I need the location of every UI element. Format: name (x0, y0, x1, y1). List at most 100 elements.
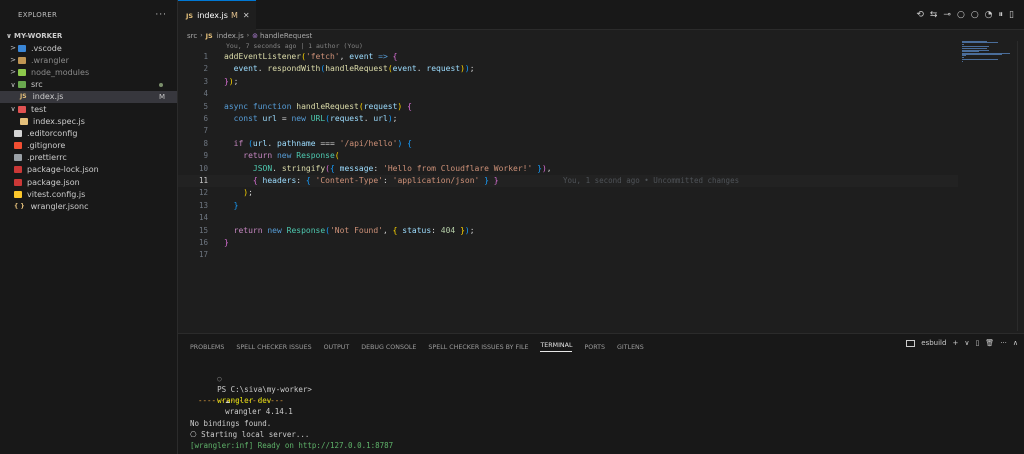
tree-item-editorconfig[interactable]: .editorconfig (0, 127, 177, 139)
line-number[interactable]: 3 (178, 76, 208, 88)
tree-item-wrangler-jsonc[interactable]: { } wrangler.jsonc (0, 200, 177, 212)
blame-icon[interactable]: ◔ (985, 10, 993, 20)
code-token: } (488, 176, 499, 185)
tab-output[interactable]: OUTPUT (324, 344, 350, 351)
breadcrumb-file[interactable]: index.js (217, 32, 244, 40)
line-number[interactable]: 4 (178, 88, 208, 100)
src-folder-icon (18, 81, 26, 89)
minimap[interactable] (960, 41, 1012, 63)
new-terminal-button[interactable]: + (952, 339, 958, 347)
code-token: event (392, 64, 417, 74)
tree-item-label: vitest.config.js (27, 189, 86, 199)
line-number[interactable]: 7 (178, 125, 208, 137)
code-token: : (296, 176, 306, 185)
code-line[interactable]: 3}); (178, 76, 958, 88)
tree-item-wrangler[interactable]: > .wrangler (0, 54, 177, 66)
tab-index-js[interactable]: JS index.js M ✕ (178, 0, 256, 30)
tree-item-vscode[interactable]: > .vscode (0, 42, 177, 54)
tab-gitlens[interactable]: GITLENS (617, 344, 644, 351)
line-number[interactable]: 11 (178, 175, 208, 187)
code-line[interactable]: 6 const url = new URL(request. url); (178, 113, 958, 125)
code-editor[interactable]: You, 7 seconds ago | 1 author (You) 1 add… (178, 41, 1024, 331)
code-token: { (402, 138, 412, 148)
line-number[interactable]: 5 (178, 101, 208, 113)
line-number[interactable]: 15 (178, 225, 208, 237)
tab-spell-checker-issues-by-file[interactable]: SPELL CHECKER ISSUES BY FILE (428, 344, 528, 351)
test-js-icon (20, 117, 28, 125)
code-line[interactable]: 4 (178, 88, 958, 100)
code-line[interactable]: 12 ); (178, 187, 958, 199)
line-number[interactable]: 14 (178, 212, 208, 224)
code-line[interactable]: 17 (178, 249, 958, 261)
circle-icon[interactable]: ○ (957, 10, 965, 20)
editor-scrollbar[interactable] (1017, 41, 1024, 331)
tab-spell-checker-issues[interactable]: SPELL CHECKER ISSUES (236, 344, 311, 351)
line-number[interactable]: 1 (178, 51, 208, 63)
close-tab-icon[interactable]: ✕ (243, 11, 250, 20)
maximize-panel-button[interactable]: ∧ (1013, 339, 1018, 347)
code-line[interactable]: 9 return new Response( (178, 150, 958, 162)
code-text: JSON. stringify({ message: 'Hello from C… (224, 163, 552, 175)
tree-item-index-spec-js[interactable]: index.spec.js (0, 115, 177, 127)
compare-icon[interactable]: ⇆ (930, 10, 938, 20)
code-line[interactable]: 5 async function handleRequest(request) { (178, 101, 958, 113)
code-line[interactable]: 13 } (178, 200, 958, 212)
line-number[interactable]: 13 (178, 200, 208, 212)
line-number[interactable]: 12 (178, 187, 208, 199)
line-number[interactable]: 2 (178, 63, 208, 75)
line-number[interactable]: 9 (178, 150, 208, 162)
terminal-dropdown-button[interactable]: ∨ (964, 339, 969, 347)
pause-icon[interactable]: ⏸ (999, 10, 1004, 20)
tree-item-index-js[interactable]: JS index.js M (0, 90, 177, 103)
terminal-name[interactable]: esbuild (921, 339, 946, 347)
code-line[interactable]: 16} (178, 237, 958, 249)
trash-icon[interactable]: 🗑 (985, 339, 994, 347)
code-token: addEventListener (224, 52, 302, 61)
line-number[interactable]: 6 (178, 113, 208, 125)
code-line[interactable]: 1 addEventListener('fetch', event => { (178, 51, 958, 63)
tree-item-node-modules[interactable]: > node_modules (0, 66, 177, 78)
tree-item-package-lock-json[interactable]: package-lock.json (0, 164, 177, 176)
git-graph-icon[interactable]: ⊸ (943, 10, 951, 20)
code-line[interactable]: 15 return new Response('Not Found', { st… (178, 225, 958, 237)
code-line[interactable]: 10 JSON. stringify({ message: 'Hello fro… (178, 163, 958, 175)
vscode-window: EXPLORER ··· ∨ MY-WORKER > .vscode > .wrang… (0, 0, 1024, 454)
function-symbol-icon: ⊚ (252, 31, 258, 40)
timeline-icon[interactable]: ⟲ (916, 10, 924, 20)
breadcrumb-src[interactable]: src (187, 32, 197, 40)
code-line[interactable]: 7 (178, 125, 958, 137)
tree-item-label: .gitignore (27, 141, 66, 151)
line-number[interactable]: 16 (178, 237, 208, 249)
tree-item-label: .vscode (31, 43, 62, 53)
code-line[interactable]: 2 event. respondWith(handleRequest(event… (178, 63, 958, 75)
split-terminal-button[interactable]: ▯ (975, 339, 979, 347)
tree-item-gitignore[interactable]: .gitignore (0, 140, 177, 152)
tree-item-prettierrc[interactable]: .prettierrc (0, 152, 177, 164)
line-number[interactable]: 17 (178, 249, 208, 261)
more-actions-button[interactable]: ··· (1000, 339, 1007, 347)
tree-item-package-json[interactable]: package.json (0, 176, 177, 188)
tree-item-vitest-config-js[interactable]: vitest.config.js (0, 188, 177, 200)
code-text: } (224, 237, 229, 249)
line-number[interactable]: 8 (178, 138, 208, 150)
code-line[interactable]: 14 (178, 212, 958, 224)
tree-item-test[interactable]: ∨ test (0, 103, 177, 115)
tab-terminal[interactable]: TERMINAL (540, 342, 573, 352)
split-editor-icon[interactable]: ▯ (1009, 10, 1014, 20)
code-token: , (546, 163, 552, 173)
workspace-root[interactable]: ∨ MY-WORKER (0, 30, 177, 42)
tab-problems[interactable]: PROBLEMS (190, 344, 224, 351)
code-line[interactable]: 8 if (url. pathname === '/api/hello') { (178, 138, 958, 150)
codelens-authors[interactable]: You, 7 seconds ago | 1 author (You) (226, 41, 363, 51)
line-number[interactable]: 10 (178, 163, 208, 175)
circle-icon[interactable]: ○ (971, 10, 979, 20)
terminal-prompt-line: ○ PS C:\siva\my-worker> wrangler dev (190, 362, 312, 405)
breadcrumb-symbol[interactable]: handleRequest (260, 32, 312, 40)
tree-item-label: package.json (27, 177, 80, 187)
tab-debug-console[interactable]: DEBUG CONSOLE (361, 344, 416, 351)
more-actions-button[interactable]: ··· (155, 10, 167, 20)
tab-ports[interactable]: PORTS (584, 344, 605, 351)
code-line[interactable]: 11 { headers: { 'Content-Type': 'applica… (178, 175, 958, 188)
tree-item-src[interactable]: ∨ src (0, 79, 177, 91)
